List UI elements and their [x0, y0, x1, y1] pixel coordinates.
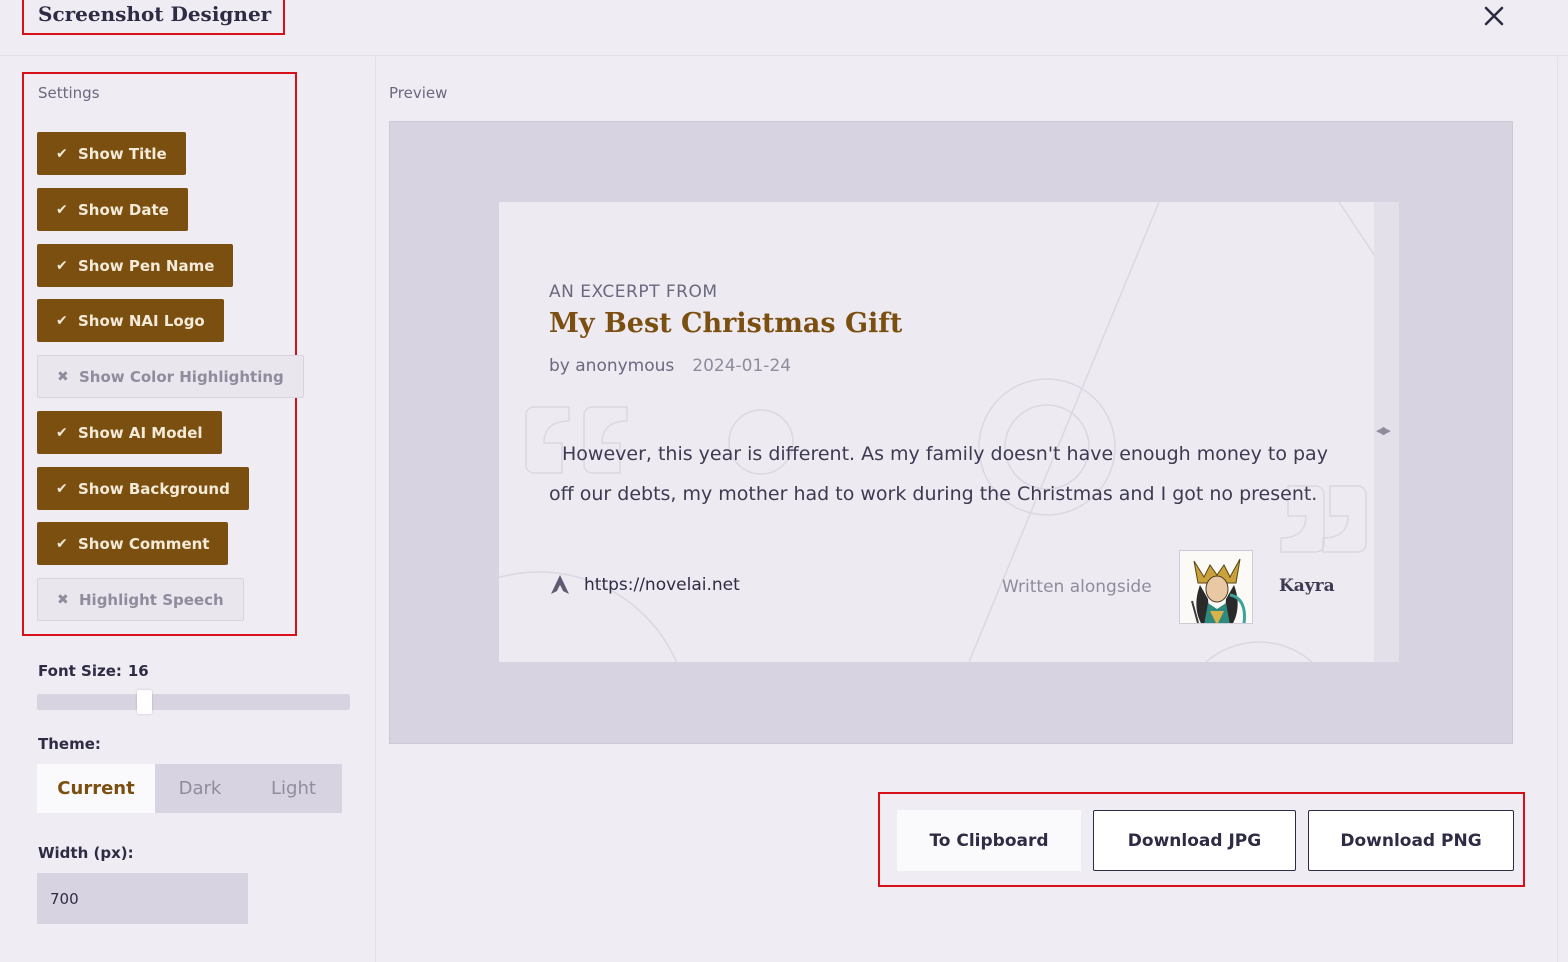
story-title: My Best Christmas Gift — [549, 308, 903, 339]
to-clipboard-button[interactable]: To Clipboard — [897, 810, 1081, 871]
toggle-show-ai-model[interactable]: ✔ Show AI Model — [37, 411, 222, 454]
check-icon: ✔ — [56, 480, 68, 497]
cross-icon: ✖ — [57, 368, 69, 385]
toggle-show-pen-name[interactable]: ✔ Show Pen Name — [37, 244, 234, 287]
toggle-show-background[interactable]: ✔ Show Background — [37, 467, 249, 510]
toggle-label: Show Comment — [78, 534, 210, 553]
toggle-label: Highlight Speech — [79, 590, 224, 609]
font-size-value: 16 — [127, 662, 149, 680]
settings-label: Settings — [38, 84, 100, 102]
check-icon: ✔ — [56, 145, 68, 162]
card-footer-url: https://novelai.net — [549, 574, 740, 596]
download-jpg-button[interactable]: Download JPG — [1093, 810, 1296, 871]
theme-label: Theme: — [38, 735, 101, 753]
close-button[interactable] — [1478, 0, 1510, 32]
excerpt-text: However, this year is different. As my f… — [549, 434, 1339, 514]
theme-option-light[interactable]: Light — [245, 764, 342, 813]
toggle-label: Show Pen Name — [78, 256, 215, 275]
check-icon: ✔ — [56, 257, 68, 274]
toggle-show-title[interactable]: ✔ Show Title — [37, 132, 186, 175]
toggle-show-date[interactable]: ✔ Show Date — [37, 188, 188, 231]
written-alongside-label: Written alongside — [1002, 577, 1152, 597]
download-png-button[interactable]: Download PNG — [1308, 810, 1514, 871]
dialog-title: Screenshot Designer — [38, 2, 272, 26]
theme-option-current[interactable]: Current — [37, 764, 155, 813]
close-icon — [1484, 6, 1504, 26]
toggle-show-nai-logo[interactable]: ✔ Show NAI Logo — [37, 299, 224, 342]
right-edge-divider — [1557, 57, 1558, 962]
toggle-label: Show Title — [78, 144, 167, 163]
cross-icon: ✖ — [57, 591, 69, 608]
excerpt-body: However, this year is different. As my f… — [549, 443, 1328, 505]
excerpt-from-label: AN EXCERPT FROM — [549, 282, 718, 302]
ai-model-name: Kayra — [1279, 576, 1335, 596]
font-size-slider-thumb[interactable] — [137, 690, 152, 714]
resize-handle-icon[interactable]: ◀▶ — [1376, 424, 1391, 437]
check-icon: ✔ — [56, 201, 68, 218]
width-label: Width (px): — [38, 844, 134, 862]
sidebar-divider — [375, 57, 376, 962]
story-date: 2024-01-24 — [692, 356, 792, 376]
ai-model-avatar — [1179, 550, 1253, 624]
theme-selector: Current Dark Light — [37, 764, 342, 813]
font-size-label: Font Size: 16 — [38, 662, 149, 680]
check-icon: ✔ — [56, 535, 68, 552]
font-size-slider-track[interactable] — [37, 694, 350, 710]
toggle-show-comment[interactable]: ✔ Show Comment — [37, 522, 229, 565]
pen-name: by anonymous — [549, 356, 675, 376]
novelai-url: https://novelai.net — [584, 575, 740, 595]
toggle-label: Show Date — [78, 200, 169, 219]
novelai-logo-icon — [551, 575, 569, 594]
toggle-show-color-highlighting[interactable]: ✖ Show Color Highlighting — [37, 355, 304, 398]
check-icon: ✔ — [56, 424, 68, 441]
toggle-label: Show NAI Logo — [78, 311, 205, 330]
theme-option-dark[interactable]: Dark — [155, 764, 245, 813]
check-icon: ✔ — [56, 312, 68, 329]
byline: by anonymous 2024-01-24 — [549, 356, 791, 376]
font-size-label-text: Font Size: — [38, 662, 122, 680]
toggle-label: Show AI Model — [78, 423, 203, 442]
toggle-label: Show Color Highlighting — [79, 367, 284, 386]
preview-label: Preview — [389, 84, 448, 102]
kayra-portrait-icon — [1180, 551, 1252, 623]
width-input[interactable] — [37, 873, 248, 924]
toggle-label: Show Background — [78, 479, 230, 498]
toggle-highlight-speech[interactable]: ✖ Highlight Speech — [37, 578, 244, 621]
